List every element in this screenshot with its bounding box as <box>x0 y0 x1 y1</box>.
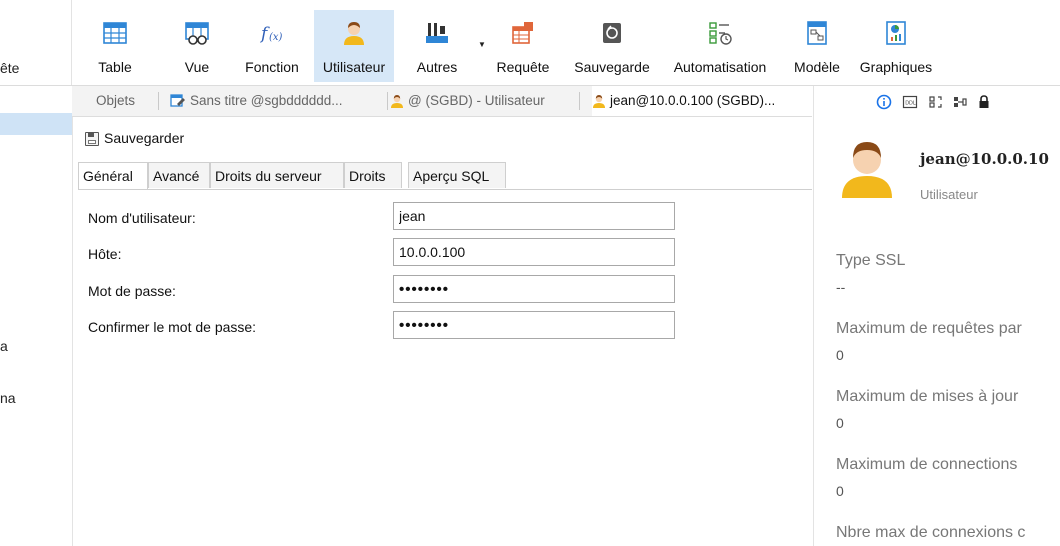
host-label: Hôte: <box>88 246 122 262</box>
property-value: 0 <box>836 347 844 363</box>
tools-icon <box>426 23 448 43</box>
ddl-icon[interactable]: DDL <box>902 94 918 110</box>
toolbar-charts-label: Graphiques <box>859 59 933 75</box>
toolbar-automation-button[interactable]: Automatisation <box>660 6 780 78</box>
tab-new-user[interactable]: @ (SGBD) - Utilisateur <box>390 86 580 116</box>
others-dropdown-icon[interactable]: ▼ <box>478 40 486 49</box>
username-field[interactable] <box>393 202 675 230</box>
property-label: Nbre max de connexions c <box>836 524 1026 541</box>
chart-icon <box>886 21 906 45</box>
tab-advanced[interactable]: Avancé <box>148 162 210 188</box>
preview-icon[interactable] <box>928 94 944 110</box>
save-button[interactable]: Sauvegarder <box>85 130 184 154</box>
save-label: Sauvegarder <box>104 130 185 146</box>
dependency-icon[interactable] <box>952 94 968 110</box>
user-icon <box>344 22 364 45</box>
toolbar-backup-label: Sauvegarde <box>574 59 650 75</box>
model-icon <box>807 21 827 45</box>
property-value: 0 <box>836 483 844 499</box>
toolbar-user-button[interactable]: Utilisateur <box>314 10 394 82</box>
object-type: Utilisateur <box>920 187 978 202</box>
property-label: Maximum de requêtes par <box>836 320 1022 337</box>
sidebar-selected-item[interactable] <box>0 113 72 135</box>
tab-server-privileges[interactable]: Droits du serveur <box>210 162 344 188</box>
sidebar-item-fragment[interactable]: a <box>0 338 8 354</box>
svg-text:(x): (x) <box>269 32 283 43</box>
save-icon <box>85 132 99 147</box>
tab-separator <box>158 92 159 110</box>
tab-privileges[interactable]: Droits <box>344 162 402 188</box>
toolbar-table-button[interactable]: Table <box>90 6 140 78</box>
tab-sql-preview[interactable]: Aperçu SQL <box>408 162 506 188</box>
toolbar-view-button[interactable]: Vue <box>172 6 222 78</box>
toolbar-others-button[interactable]: Autres <box>412 6 462 78</box>
lock-icon[interactable] <box>976 94 992 110</box>
sidebar-item-fragment[interactable]: na <box>0 390 16 406</box>
tab-user-jean-label: jean@10.0.0.100 (SGBD)... <box>610 93 776 108</box>
property-label: Maximum de connections <box>836 456 1018 473</box>
toolbar-model-button[interactable]: Modèle <box>788 6 846 78</box>
info-icon[interactable] <box>876 94 892 110</box>
object-title: jean@10.0.0.10 <box>920 150 1049 168</box>
toolbar-charts-button[interactable]: Graphiques <box>856 6 936 78</box>
tab-separator <box>579 92 580 110</box>
confirm-password-field[interactable] <box>393 311 675 339</box>
property-label: Maximum de mises à jour <box>836 388 1019 405</box>
tab-user-jean[interactable]: jean@10.0.0.100 (SGBD)... <box>592 86 812 116</box>
tab-untitled-query[interactable]: Sans titre @sgbdddddd... <box>170 86 388 116</box>
toolbar-model-label: Modèle <box>794 59 840 75</box>
username-label: Nom d'utilisateur: <box>88 210 196 226</box>
toolbar-automation-label: Automatisation <box>673 59 767 75</box>
query-tab-icon <box>170 94 185 108</box>
toolbar-view-label: Vue <box>184 59 210 75</box>
property-label: Type SSL <box>836 252 906 269</box>
object-info-panel: DDL jean@10.0.0.10 Utilisateur Type SSL … <box>813 86 1060 546</box>
subtab-divider <box>78 189 812 190</box>
backup-icon <box>603 23 621 43</box>
property-value: 0 <box>836 415 844 431</box>
tab-objects-label: Objets <box>95 93 136 108</box>
document-tab-bar: Objets Sans titre @sgbdddddd... @ (SGBD)… <box>72 86 812 117</box>
main-toolbar: ête Table Vue f (x) Fonction Utilisateur… <box>0 0 1060 86</box>
toolbar-function-button[interactable]: f (x) Fonction <box>240 6 304 78</box>
tab-new-user-label: @ (SGBD) - Utilisateur <box>408 93 545 108</box>
automation-icon <box>709 22 732 45</box>
toolbar-divider <box>71 0 72 85</box>
host-field[interactable] <box>393 238 675 266</box>
user-avatar-icon <box>842 142 892 198</box>
password-label: Mot de passe: <box>88 283 176 299</box>
toolbar-user-label: Utilisateur <box>322 59 386 75</box>
password-field[interactable] <box>393 275 675 303</box>
toolbar-function-label: Fonction <box>245 59 299 75</box>
tab-separator <box>387 92 388 110</box>
toolbar-left-fragment: ête <box>0 60 20 76</box>
toolbar-query-button[interactable]: Requête <box>493 6 553 78</box>
user-tab-icon <box>593 95 605 109</box>
svg-text:DDL: DDL <box>905 101 916 107</box>
view-icon <box>185 22 209 45</box>
toolbar-table-label: Table <box>98 59 132 75</box>
query-icon <box>512 22 533 44</box>
toolbar-query-label: Requête <box>496 59 550 75</box>
tab-general[interactable]: Général <box>78 162 148 189</box>
toolbar-others-label: Autres <box>416 59 458 75</box>
property-value: -- <box>836 279 846 295</box>
tab-untitled-query-label: Sans titre @sgbdddddd... <box>190 93 343 108</box>
toolbar-backup-button[interactable]: Sauvegarde <box>566 6 658 78</box>
table-icon <box>103 22 127 44</box>
function-icon: f (x) <box>259 24 283 44</box>
user-tab-icon <box>391 95 403 109</box>
navigation-sidebar: a na <box>0 86 73 546</box>
tab-objects[interactable]: Objets <box>72 86 159 116</box>
confirm-password-label: Confirmer le mot de passe: <box>88 319 257 335</box>
